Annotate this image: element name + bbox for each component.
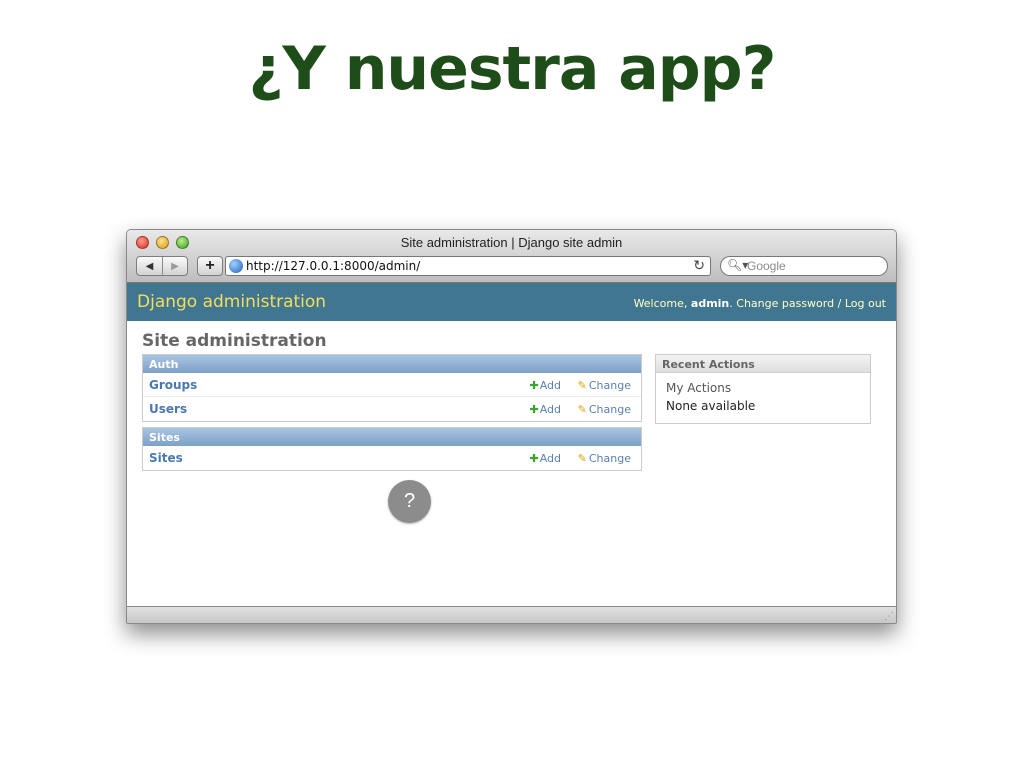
address-text: http://127.0.0.1:8000/admin/ <box>246 259 421 273</box>
my-actions-heading: My Actions <box>666 381 732 395</box>
pencil-icon: ✎ <box>577 452 587 465</box>
change-label: Change <box>588 379 631 392</box>
add-icon: ✚ <box>529 379 539 392</box>
pencil-icon: ✎ <box>577 379 587 392</box>
add-label: Add <box>539 403 561 416</box>
username: admin <box>690 297 730 310</box>
add-bookmark-button[interactable]: + <box>197 256 223 276</box>
globe-icon <box>229 259 243 273</box>
back-button[interactable]: ◀ <box>137 257 162 275</box>
change-sites-link[interactable]: ✎ Change <box>578 452 631 465</box>
question-mark-badge: ? <box>388 480 431 523</box>
pencil-icon: ✎ <box>577 403 587 416</box>
model-link-groups[interactable]: Groups <box>149 378 197 392</box>
browser-toolbar: Site administration | Django site admin … <box>127 230 896 283</box>
add-label: Add <box>539 452 561 465</box>
plus-icon: + <box>205 257 215 274</box>
user-tools: Welcome, admin. Change password / Log ou… <box>634 297 886 310</box>
browser-window: Site administration | Django site admin … <box>126 229 897 624</box>
model-link-sites[interactable]: Sites <box>149 451 183 465</box>
search-input[interactable]: 🔍︎▾ Google <box>720 256 888 276</box>
recent-actions-caption: Recent Actions <box>656 355 870 373</box>
add-label: Add <box>539 379 561 392</box>
search-icon[interactable]: 🔍︎▾ <box>727 258 748 272</box>
welcome-text: Welcome, <box>633 297 688 310</box>
add-icon: ✚ <box>529 452 539 465</box>
back-arrow-icon: ◀ <box>145 260 154 272</box>
add-sites-link[interactable]: ✚Add <box>529 452 561 465</box>
model-row-sites: Sites ✚Add ✎ Change <box>143 446 641 470</box>
site-branding: Django administration <box>137 292 327 312</box>
history-buttons: ◀ ▶ <box>136 256 188 276</box>
admin-content: Site administration Auth Groups ✚Add ✎ Ch… <box>127 321 896 607</box>
change-label: Change <box>588 403 631 416</box>
model-row-groups: Groups ✚Add ✎ Change <box>143 373 641 397</box>
window-title: Site administration | Django site admin <box>400 235 623 250</box>
username-period: . <box>729 297 733 310</box>
model-row-users: Users ✚Add ✎ Change <box>143 397 641 421</box>
module-caption[interactable]: Sites <box>143 428 641 446</box>
forward-arrow-icon: ▶ <box>171 260 179 272</box>
add-groups-link[interactable]: ✚Add <box>529 379 561 392</box>
status-bar: ⋰ <box>127 606 896 623</box>
change-users-link[interactable]: ✎ Change <box>578 403 631 416</box>
address-bar[interactable]: http://127.0.0.1:8000/admin/ ↻ <box>225 256 711 276</box>
change-label: Change <box>588 452 631 465</box>
module-caption[interactable]: Auth <box>143 355 641 373</box>
add-users-link[interactable]: ✚Add <box>529 403 561 416</box>
resize-grip-icon[interactable]: ⋰ <box>884 611 894 622</box>
slide-title: ¿Y nuestra app? <box>248 34 777 104</box>
model-link-users[interactable]: Users <box>149 402 187 416</box>
user-tools-separator: / <box>837 297 842 310</box>
admin-header: Django administration Welcome, admin. Ch… <box>127 283 896 321</box>
search-placeholder: Google <box>747 259 786 273</box>
app-module-auth: Auth Groups ✚Add ✎ Change Users ✚Add ✎ Cha… <box>142 354 642 422</box>
change-groups-link[interactable]: ✎ Change <box>578 379 631 392</box>
no-actions-text: None available <box>666 399 756 413</box>
logout-link[interactable]: Log out <box>845 297 886 310</box>
page-title: Site administration <box>142 331 327 351</box>
recent-actions-panel: Recent Actions My Actions None available <box>655 354 871 424</box>
change-password-link[interactable]: Change password <box>736 297 834 310</box>
forward-button[interactable]: ▶ <box>161 257 187 275</box>
app-module-sites: Sites Sites ✚Add ✎ Change <box>142 427 642 471</box>
reload-icon[interactable]: ↻ <box>693 257 705 274</box>
add-icon: ✚ <box>529 403 539 416</box>
